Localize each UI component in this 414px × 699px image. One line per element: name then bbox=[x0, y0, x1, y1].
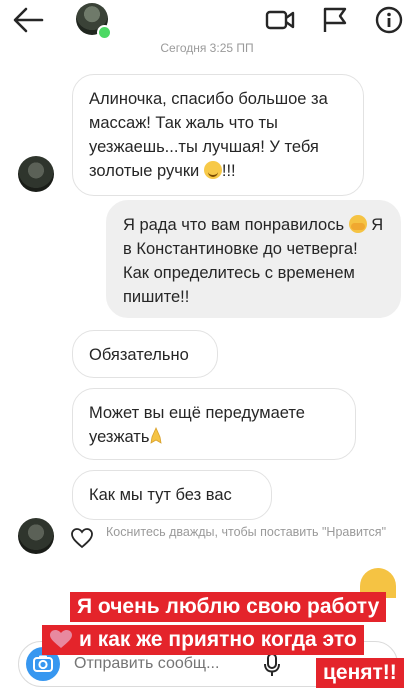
online-status-dot bbox=[97, 25, 112, 40]
message-bubble-incoming[interactable]: Может вы ещё передумаете уезжать bbox=[72, 388, 356, 460]
story-caption-overlay: Я очень люблю свою работу и как же прият… bbox=[0, 588, 414, 699]
folded-hands-icon bbox=[149, 427, 163, 445]
caption-line-3: ценят!! bbox=[316, 658, 404, 688]
arrow-left-icon[interactable] bbox=[12, 6, 44, 34]
caption-line-1: Я очень люблю свою работу bbox=[70, 592, 387, 622]
message-text: Как мы тут без вас bbox=[89, 486, 232, 504]
message-text: Обязательно bbox=[89, 346, 189, 364]
caption-line-2-wrapper: и как же приятно когда это bbox=[42, 625, 364, 655]
message-bubble-incoming[interactable]: Обязательно bbox=[72, 330, 218, 378]
message-bubble-incoming[interactable]: Алиночка, спасибо большое за массаж! Так… bbox=[72, 74, 364, 196]
caption-line-2: и как же приятно когда это bbox=[79, 628, 357, 651]
heart-sticker-icon bbox=[50, 630, 72, 648]
smiling-face-icon bbox=[203, 161, 222, 179]
message-text-tail: !!! bbox=[221, 162, 236, 180]
message-text: Я рада что вам понравилось bbox=[123, 216, 345, 234]
sender-avatar[interactable] bbox=[18, 518, 54, 554]
message-bubble-incoming[interactable]: Как мы тут без вас bbox=[72, 470, 272, 520]
message-timestamp: Сегодня 3:25 ПП bbox=[160, 41, 254, 55]
double-tap-like-hint: Коснитесь дважды, чтобы поставить "Нрави… bbox=[106, 525, 387, 539]
flag-icon[interactable] bbox=[320, 6, 350, 34]
video-camera-icon[interactable] bbox=[265, 6, 295, 34]
info-icon[interactable] bbox=[374, 6, 404, 34]
face-with-hand-over-mouth-icon bbox=[348, 215, 367, 233]
message-text: Может вы ещё передумаете уезжать bbox=[89, 404, 305, 446]
sender-avatar[interactable] bbox=[18, 156, 54, 192]
message-bubble-outgoing[interactable]: Я рада что вам понравилось Я в Константи… bbox=[106, 200, 401, 318]
heart-icon[interactable] bbox=[70, 527, 94, 549]
chat-header bbox=[0, 0, 414, 42]
